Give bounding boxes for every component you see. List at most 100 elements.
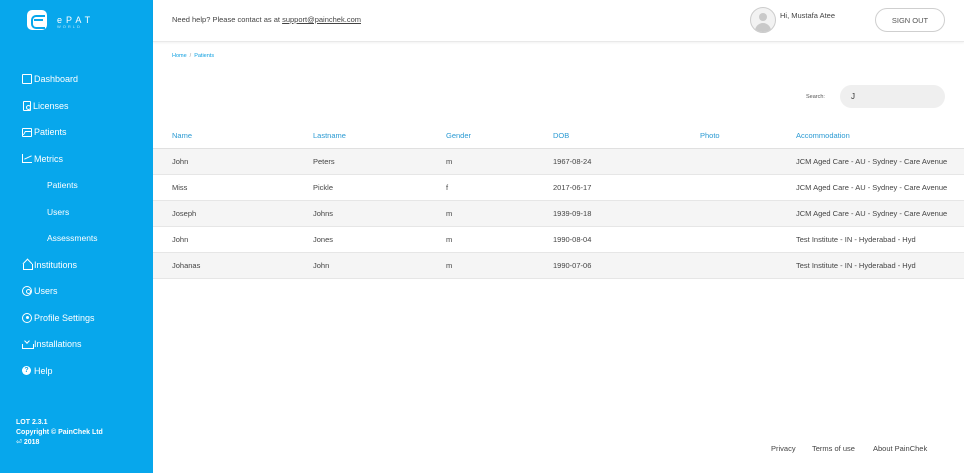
cell-name: Miss [153, 174, 313, 201]
table-row[interactable]: Miss Pickle f 2017-06-17 JCM Aged Care -… [153, 174, 964, 201]
patients-table: Name Lastname Gender DOB Photo Accommoda… [153, 124, 964, 279]
sidebar-item-label: Patients [47, 180, 78, 191]
sidebar-item-label: Assessments [47, 233, 98, 244]
column-header-dob[interactable]: DOB [553, 124, 700, 149]
sidebar-item-help[interactable]: ? Help [0, 358, 153, 385]
sidebar-item-label: Users [34, 286, 58, 297]
table-row[interactable]: Joseph Johns m 1939-09-18 JCM Aged Care … [153, 200, 964, 227]
cell-photo [700, 174, 796, 201]
sidebar-nav: Dashboard Licenses Patients Metrics Pati… [0, 66, 153, 384]
footer-privacy-link[interactable]: Privacy [771, 444, 796, 453]
institution-icon [22, 260, 33, 270]
breadcrumb-separator: / [189, 53, 192, 59]
column-header-lastname[interactable]: Lastname [313, 124, 446, 149]
sidebar-item-label: Patients [34, 127, 67, 138]
breadcrumb-current[interactable]: Patients [194, 53, 214, 59]
cell-photo [700, 226, 796, 253]
settings-icon [22, 312, 32, 323]
sidebar-subitem-assessments[interactable]: Assessments [0, 225, 153, 252]
copyright-text: Copyright © PainChek Ltd [16, 429, 103, 436]
cell-dob: 2017-06-17 [553, 174, 700, 201]
users-icon [22, 286, 32, 297]
patients-icon [22, 127, 32, 137]
sidebar-item-profile-settings[interactable]: Profile Settings [0, 305, 153, 332]
cell-accommodation: Test Institute - IN - Hyderabad - Hyd [796, 226, 964, 253]
cell-photo [700, 200, 796, 227]
logo-icon [27, 10, 47, 30]
installations-icon [22, 339, 34, 350]
cell-gender: f [446, 174, 553, 201]
column-header-gender[interactable]: Gender [446, 124, 553, 149]
search-input[interactable] [840, 85, 945, 108]
sidebar-item-label: Licenses [33, 100, 69, 111]
sidebar-item-patients[interactable]: Patients [0, 119, 153, 146]
table-row[interactable]: John Jones m 1990-08-04 Test Institute -… [153, 226, 964, 253]
sign-out-button[interactable]: SIGN OUT [875, 8, 945, 32]
sidebar-subitem-patients[interactable]: Patients [0, 172, 153, 199]
version-info: LOT 2.3.1 Copyright © PainChek Ltd ⏎ 201… [16, 418, 103, 448]
sidebar-item-label: Institutions [34, 259, 78, 270]
cell-gender: m [446, 252, 553, 279]
sidebar-item-licenses[interactable]: Licenses [0, 93, 153, 120]
sidebar-item-institutions[interactable]: Institutions [0, 252, 153, 279]
cell-lastname: Pickle [313, 174, 446, 201]
cell-lastname: Jones [313, 226, 446, 253]
cell-name: John [153, 148, 313, 175]
sidebar-item-installations[interactable]: Installations [0, 331, 153, 358]
sidebar-item-metrics[interactable]: Metrics [0, 146, 153, 173]
sidebar-item-label: Users [47, 206, 70, 217]
sidebar: ePAT WORLD Dashboard Licenses Patients M… [0, 0, 153, 473]
breadcrumb: Home / Patients [172, 53, 214, 59]
license-icon [23, 100, 31, 111]
table-header-row: Name Lastname Gender DOB Photo Accommoda… [153, 124, 964, 149]
sidebar-item-label: Installations [34, 339, 82, 350]
sidebar-subitem-users[interactable]: Users [0, 199, 153, 226]
cell-name: John [153, 226, 313, 253]
column-header-name[interactable]: Name [153, 124, 313, 149]
breadcrumb-home[interactable]: Home [172, 53, 187, 59]
copyright-year-row: ⏎ 2018 [16, 438, 103, 448]
user-greeting: Hi, Mustafa Atee [780, 11, 836, 20]
cell-lastname: Peters [313, 148, 446, 175]
search-label: Search: [806, 94, 825, 100]
logo-subtext: WORLD [57, 24, 82, 29]
copyright-icon: ⏎ [16, 439, 22, 446]
table-row[interactable]: Johanas John m 1990-07-06 Test Institute… [153, 252, 964, 279]
help-icon: ? [22, 366, 31, 376]
sidebar-item-label: Help [34, 365, 53, 376]
cell-photo [700, 148, 796, 175]
column-header-photo[interactable]: Photo [700, 124, 796, 149]
cell-name: Johanas [153, 252, 313, 279]
sidebar-item-label: Profile Settings [34, 312, 95, 323]
cell-dob: 1967-08-24 [553, 148, 700, 175]
help-contact: Need help? Please contact as at support@… [172, 15, 361, 24]
cell-dob: 1990-08-04 [553, 226, 700, 253]
table-row[interactable]: John Peters m 1967-08-24 JCM Aged Care -… [153, 148, 964, 175]
cell-gender: m [446, 226, 553, 253]
top-header: Need help? Please contact as at support@… [153, 0, 964, 42]
sidebar-item-label: Metrics [34, 153, 63, 164]
cell-lastname: John [313, 252, 446, 279]
sidebar-item-dashboard[interactable]: Dashboard [0, 66, 153, 93]
cell-lastname: Johns [313, 200, 446, 227]
sidebar-item-users[interactable]: Users [0, 278, 153, 305]
cell-accommodation: JCM Aged Care - AU - Sydney - Care Avenu… [796, 174, 964, 201]
avatar[interactable] [750, 7, 776, 33]
version-label: LOT 2.3.1 [16, 419, 48, 426]
footer-terms-link[interactable]: Terms of use [812, 444, 855, 453]
column-header-accommodation[interactable]: Accommodation [796, 124, 964, 149]
footer-about-link[interactable]: About PainChek [873, 444, 927, 453]
cell-dob: 1939-09-18 [553, 200, 700, 227]
help-prefix: Need help? Please contact as at [172, 15, 283, 24]
cell-accommodation: JCM Aged Care - AU - Sydney - Care Avenu… [796, 148, 964, 175]
cell-gender: m [446, 200, 553, 227]
cell-accommodation: Test Institute - IN - Hyderabad - Hyd [796, 252, 964, 279]
cell-photo [700, 252, 796, 279]
cell-dob: 1990-07-06 [553, 252, 700, 279]
support-email-link[interactable]: support@painchek.com [282, 15, 361, 24]
cell-gender: m [446, 148, 553, 175]
sidebar-item-label: Dashboard [34, 74, 79, 85]
copyright-year: 2018 [23, 439, 40, 446]
metrics-icon [22, 154, 32, 164]
cell-accommodation: JCM Aged Care - AU - Sydney - Care Avenu… [796, 200, 964, 227]
